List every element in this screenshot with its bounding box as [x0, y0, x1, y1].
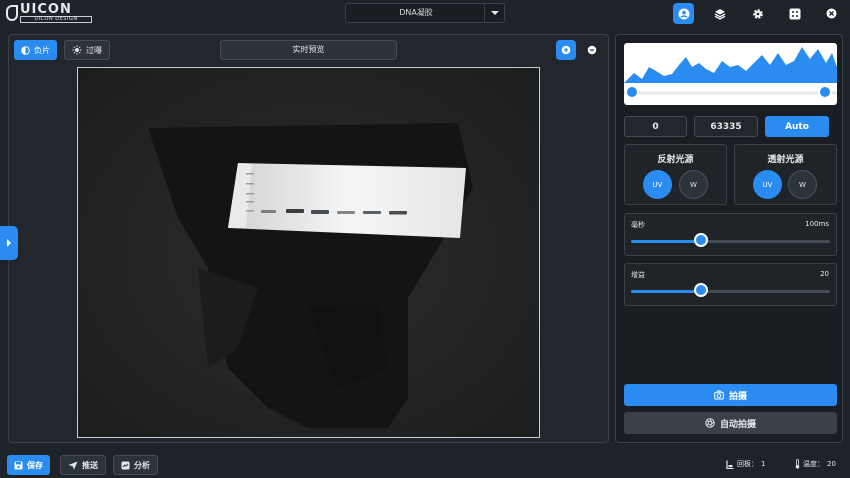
control-panel: 0 63335 Auto 反射光源 UV W 透射光源 UV W 毫秒 100m…	[615, 34, 843, 443]
save-button[interactable]: 保存	[7, 455, 50, 475]
capture-label: 拍摄	[728, 391, 747, 402]
min-value-field[interactable]: 0	[624, 116, 687, 137]
overexposure-label: 过曝	[86, 45, 102, 55]
exposure-fill	[631, 240, 701, 243]
tray-label: 回板：	[737, 460, 758, 468]
zoom-out-icon[interactable]	[582, 40, 602, 60]
gain-handle[interactable]	[693, 283, 708, 297]
save-label: 保存	[27, 460, 43, 470]
camera-icon	[714, 390, 724, 400]
chevron-down-icon[interactable]	[484, 4, 504, 22]
logo: UICON UICON DESIGN	[6, 3, 94, 23]
logo-text: UICON	[20, 2, 72, 17]
gel-photo	[78, 68, 539, 437]
tray-icon	[726, 460, 734, 469]
max-value-field[interactable]: 63335	[694, 116, 758, 137]
transmit-light-card: 透射光源 UV W	[734, 144, 837, 205]
transmit-w-button[interactable]: W	[788, 170, 817, 199]
contrast-icon	[21, 45, 30, 55]
auto-capture-label: 自动拍摄	[719, 419, 756, 430]
gain-value: 20	[820, 270, 829, 278]
temperature-label: 温度：	[803, 460, 824, 468]
histogram-plot	[624, 47, 837, 95]
auto-button[interactable]: Auto	[765, 116, 829, 137]
overexposure-button[interactable]: 过曝	[64, 40, 110, 60]
send-icon	[68, 461, 78, 469]
exposure-track[interactable]	[631, 240, 830, 243]
chevron-right-icon	[7, 239, 11, 247]
sample-type-dropdown[interactable]: DNA凝胶	[345, 3, 505, 23]
temperature-value: 20	[827, 460, 836, 468]
exposure-value: 100ms	[805, 220, 829, 228]
logo-subtext: UICON DESIGN	[20, 16, 92, 23]
bottom-bar: 保存 推送 分析 回板： 1 温度： 20	[0, 451, 850, 478]
top-bar: UICON UICON DESIGN DNA凝胶	[0, 0, 850, 27]
histogram	[624, 43, 837, 105]
logo-mark	[6, 5, 18, 21]
exposure-slider-card: 毫秒 100ms	[624, 213, 837, 256]
gear-icon[interactable]	[747, 3, 768, 24]
transmit-uv-button[interactable]: UV	[753, 170, 782, 199]
reflect-light-card: 反射光源 UV W	[624, 144, 727, 205]
exposure-label: 毫秒	[631, 221, 645, 229]
chart-icon	[121, 461, 130, 469]
dropdown-value: DNA凝胶	[399, 8, 433, 17]
live-preview-button[interactable]: 实时预览	[220, 40, 397, 60]
send-label: 推送	[82, 460, 98, 470]
auto-capture-button[interactable]: 自动拍摄	[624, 412, 837, 434]
capture-button[interactable]: 拍摄	[624, 384, 837, 406]
save-icon	[14, 461, 23, 469]
transmit-light-title: 透射光源	[767, 155, 804, 165]
tray-value: 1	[761, 460, 766, 468]
tray-status: 回板： 1	[726, 459, 765, 469]
user-icon[interactable]	[673, 3, 694, 24]
gain-fill	[631, 290, 701, 293]
thermometer-icon	[795, 459, 800, 469]
temperature-status: 温度： 20	[795, 459, 836, 469]
side-panel-toggle[interactable]	[0, 226, 18, 260]
gain-track[interactable]	[631, 290, 830, 293]
aperture-icon	[72, 45, 82, 55]
zoom-in-icon[interactable]	[556, 40, 576, 60]
gain-slider-card: 增益 20	[624, 263, 837, 306]
analyze-button[interactable]: 分析	[113, 455, 158, 475]
exposure-handle[interactable]	[693, 233, 708, 247]
reflect-w-button[interactable]: W	[679, 170, 708, 199]
send-button[interactable]: 推送	[60, 455, 106, 475]
image-viewer: 负片 过曝 实时预览	[8, 34, 609, 443]
reflect-light-title: 反射光源	[657, 155, 694, 165]
analyze-label: 分析	[134, 460, 150, 470]
close-icon[interactable]	[821, 3, 842, 24]
histogram-min-handle[interactable]	[625, 85, 639, 99]
histogram-max-handle[interactable]	[818, 85, 832, 99]
aperture-icon	[705, 418, 715, 428]
negative-button[interactable]: 负片	[14, 40, 57, 60]
gel-image[interactable]	[77, 67, 540, 438]
negative-label: 负片	[34, 45, 50, 55]
reflect-uv-button[interactable]: UV	[643, 170, 672, 199]
gain-label: 增益	[631, 271, 645, 279]
grid-icon[interactable]	[784, 3, 805, 24]
layers-icon[interactable]	[709, 3, 730, 24]
